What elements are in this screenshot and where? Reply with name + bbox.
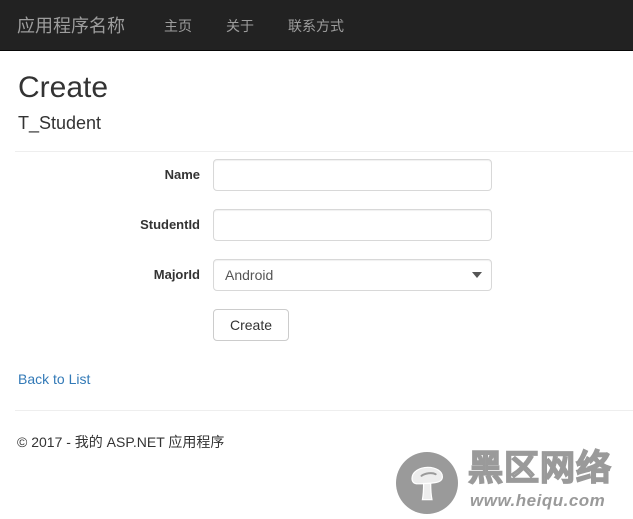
footer-divider (15, 410, 633, 411)
form-group-studentid: StudentId (15, 202, 633, 252)
mushroom-logo-icon (396, 452, 458, 514)
page-subtitle: T_Student (18, 113, 102, 133)
field-majorid-wrapper: Android (213, 259, 492, 291)
back-to-list-link[interactable]: Back to List (18, 371, 90, 387)
watermark-text: 黑区网络 www.heiqu.com (467, 449, 633, 519)
majorid-select-wrapper: Android (213, 259, 492, 291)
top-navbar: 应用程序名称 主页 关于 联系方式 (0, 0, 633, 51)
nav-link-home[interactable]: 主页 (147, 19, 209, 33)
nav-link-about[interactable]: 关于 (209, 19, 271, 33)
name-input[interactable] (213, 159, 492, 191)
create-form: Name StudentId MajorId Android Create (15, 152, 633, 341)
label-studentid: StudentId (140, 217, 200, 232)
label-majorid: MajorId (153, 267, 200, 282)
page-title: Create (18, 71, 109, 104)
watermark-url: www.heiqu.com (470, 491, 606, 510)
watermark-brand: 黑区网络 (467, 449, 613, 489)
submit-row: Create (213, 309, 290, 341)
nav-link-contact[interactable]: 联系方式 (271, 19, 361, 33)
label-name: Name (164, 167, 200, 182)
form-group-majorid: MajorId Android (15, 252, 633, 302)
navbar-brand[interactable]: 应用程序名称 (17, 17, 147, 35)
footer-copyright: © 2017 - 我的 ASP.NET 应用程序 (17, 434, 225, 450)
navbar-inner: 应用程序名称 主页 关于 联系方式 (17, 0, 361, 51)
create-button[interactable]: Create (213, 309, 290, 341)
majorid-select[interactable]: Android (213, 259, 492, 291)
navbar-links: 主页 关于 联系方式 (147, 19, 361, 33)
watermark: 黑区网络 www.heiqu.com (396, 449, 633, 519)
form-group-name: Name (15, 152, 633, 202)
field-name-wrapper (213, 159, 492, 191)
studentid-input[interactable] (213, 209, 492, 241)
field-studentid-wrapper (213, 209, 492, 241)
